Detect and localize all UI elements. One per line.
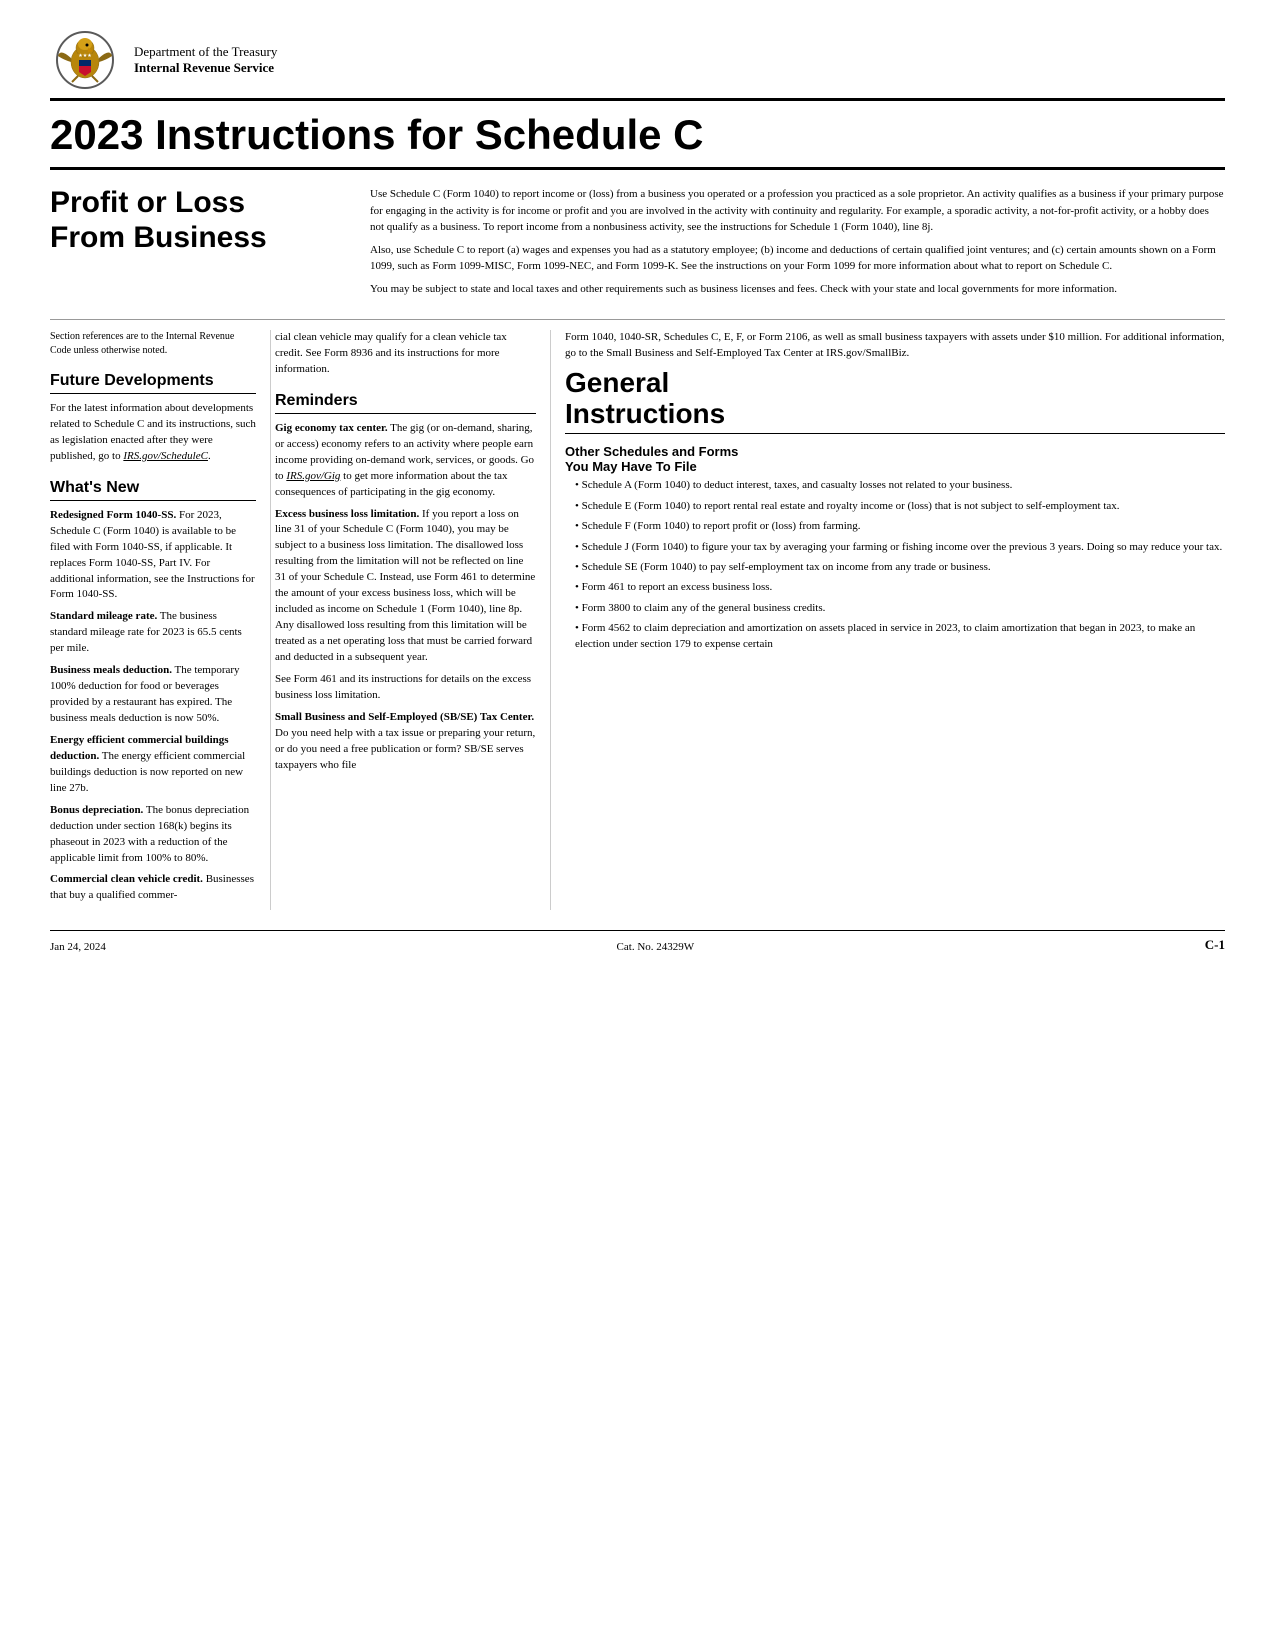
footer-date: Jan 24, 2024 xyxy=(50,941,106,953)
col2-continuation: cial clean vehicle may qualify for a cle… xyxy=(275,330,536,378)
whats-new-item-5: Bonus depreciation. The bonus depreciati… xyxy=(50,803,256,867)
list-item-schedule-a: Schedule A (Form 1040) to deduct interes… xyxy=(565,478,1225,493)
intro-para-2: Also, use Schedule C to report (a) wages… xyxy=(370,242,1225,275)
main-title: 2023 Instructions for Schedule C xyxy=(50,111,1225,170)
reminders-item-1: Gig economy tax center. The gig (or on-d… xyxy=(275,421,536,501)
profit-loss-title: Profit or Loss From Business xyxy=(50,186,340,255)
whats-new-item-1: Redesigned Form 1040-SS. For 2023, Sched… xyxy=(50,508,256,604)
reminders-item-2: Excess business loss limitation. If you … xyxy=(275,507,536,666)
reminders-item-4: Small Business and Self-Employed (SB/SE)… xyxy=(275,710,536,774)
bottom-three-col: Section references are to the Internal R… xyxy=(50,319,1225,910)
col1: Section references are to the Internal R… xyxy=(50,330,270,910)
page: ★★★ Department of the Treasury Internal … xyxy=(0,0,1275,1650)
list-item-schedule-se: Schedule SE (Form 1040) to pay self-empl… xyxy=(565,560,1225,575)
col3: Form 1040, 1040-SR, Schedules C, E, F, o… xyxy=(550,330,1225,910)
footer: Jan 24, 2024 Cat. No. 24329W C-1 xyxy=(50,930,1225,953)
other-schedules-list: Schedule A (Form 1040) to deduct interes… xyxy=(565,478,1225,652)
whats-new-heading: What's New xyxy=(50,479,256,501)
general-instructions-heading: GeneralInstructions xyxy=(565,368,1225,435)
reminders-item-3: See Form 461 and its instructions for de… xyxy=(275,672,536,704)
list-item-schedule-f: Schedule F (Form 1040) to report profit … xyxy=(565,519,1225,534)
other-schedules-heading: Other Schedules and FormsYou May Have To… xyxy=(565,444,1225,474)
header-text: Department of the Treasury Internal Reve… xyxy=(134,44,277,76)
whats-new-item-4: Energy efficient commercial buildings de… xyxy=(50,733,256,797)
top-content: Profit or Loss From Business Use Schedul… xyxy=(50,186,1225,303)
future-dev-heading: Future Developments xyxy=(50,372,256,394)
col3-sbse-continuation: Form 1040, 1040-SR, Schedules C, E, F, o… xyxy=(565,330,1225,362)
left-column-top: Profit or Loss From Business xyxy=(50,186,360,303)
list-item-form-461: Form 461 to report an excess business lo… xyxy=(565,580,1225,595)
intro-para-3: You may be subject to state and local ta… xyxy=(370,281,1225,298)
header: ★★★ Department of the Treasury Internal … xyxy=(50,30,1225,101)
irs-logo: ★★★ xyxy=(50,30,120,90)
list-item-schedule-e: Schedule E (Form 1040) to report rental … xyxy=(565,499,1225,514)
list-item-schedule-j: Schedule J (Form 1040) to figure your ta… xyxy=(565,540,1225,555)
list-item-form-3800: Form 3800 to claim any of the general bu… xyxy=(565,601,1225,616)
reminders-heading: Reminders xyxy=(275,392,536,414)
whats-new-item-6: Commercial clean vehicle credit. Busines… xyxy=(50,872,256,904)
whats-new-item-3: Business meals deduction. The temporary … xyxy=(50,663,256,727)
section-ref: Section references are to the Internal R… xyxy=(50,330,256,358)
whats-new-item-2: Standard mileage rate. The business stan… xyxy=(50,609,256,657)
footer-page: C-1 xyxy=(1205,937,1225,953)
irs-label: Internal Revenue Service xyxy=(134,60,277,76)
svg-text:★★★: ★★★ xyxy=(78,53,92,59)
right-column-intro: Use Schedule C (Form 1040) to report inc… xyxy=(360,186,1225,303)
footer-cat: Cat. No. 24329W xyxy=(617,941,695,953)
future-dev-text: For the latest information about develop… xyxy=(50,401,256,465)
intro-para-1: Use Schedule C (Form 1040) to report inc… xyxy=(370,186,1225,236)
dept-label: Department of the Treasury xyxy=(134,44,277,60)
list-item-form-4562: Form 4562 to claim depreciation and amor… xyxy=(565,621,1225,652)
col2: cial clean vehicle may qualify for a cle… xyxy=(270,330,550,910)
